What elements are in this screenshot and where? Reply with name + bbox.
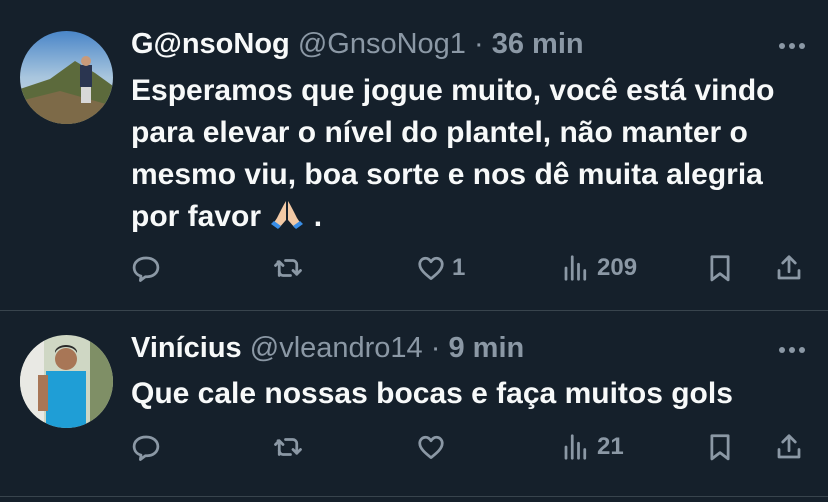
like-button[interactable] (416, 431, 452, 463)
retweet-button[interactable] (273, 431, 303, 463)
retweet-icon (274, 438, 302, 456)
bookmark-icon (710, 434, 730, 461)
like-button[interactable]: 1 (416, 252, 465, 284)
like-icon (418, 435, 444, 459)
views-button[interactable]: 21 (561, 431, 624, 463)
bookmark-icon (710, 255, 730, 282)
tweet-text-body: Esperamos que jogue muito, você está vin… (131, 74, 775, 233)
tweet-text: Que cale nossas bocas e faça muitos gols (131, 373, 801, 415)
share-button[interactable] (774, 431, 804, 463)
timestamp[interactable]: 36 min (492, 28, 584, 60)
tweet-actions: 21 (131, 431, 811, 463)
tweet-text: Esperamos que jogue muito, você está vin… (131, 70, 801, 242)
tweet-text-body: Que cale nossas bocas e faça muitos gols (131, 377, 733, 410)
tweet-header: G@nsoNog @GnsoNog1 · 36 min (131, 27, 584, 61)
views-icon (564, 255, 587, 281)
display-name[interactable]: Vinícius (131, 332, 242, 364)
tweet[interactable]: Vinícius @vleandro14 · 9 min Que cale no… (0, 311, 828, 497)
more-icon[interactable] (778, 42, 806, 50)
views-count: 21 (597, 433, 624, 460)
retweet-button[interactable] (273, 252, 303, 284)
display-name[interactable]: G@nsoNog (131, 28, 290, 60)
share-button[interactable] (774, 252, 804, 284)
more-icon[interactable] (778, 346, 806, 354)
bookmark-button[interactable] (705, 252, 735, 284)
folded-hands-emoji (269, 198, 305, 242)
avatar[interactable] (20, 335, 113, 428)
tweet[interactable]: G@nsoNog @GnsoNog1 · 36 min Esperamos qu… (0, 0, 828, 311)
tweet-header: Vinícius @vleandro14 · 9 min (131, 331, 524, 365)
reply-icon (132, 256, 160, 282)
reply-button[interactable] (131, 431, 161, 463)
user-handle[interactable]: @vleandro14 (250, 332, 423, 364)
views-count: 209 (597, 254, 638, 281)
avatar-photo (20, 31, 113, 124)
like-icon (418, 256, 444, 280)
avatar-photo (20, 335, 113, 428)
views-icon (564, 434, 587, 460)
timestamp[interactable]: 9 min (449, 332, 525, 364)
user-handle[interactable]: @GnsoNog1 (298, 28, 466, 60)
share-icon (777, 255, 801, 280)
share-icon (777, 434, 801, 459)
separator-dot: · (473, 28, 484, 60)
separator-dot: · (430, 332, 441, 364)
like-count: 1 (452, 254, 466, 281)
avatar[interactable] (20, 31, 113, 124)
reply-button[interactable] (131, 252, 161, 284)
reply-icon (132, 435, 160, 461)
bookmark-button[interactable] (705, 431, 735, 463)
tweet-text-suffix: . (305, 200, 323, 233)
views-button[interactable]: 209 (561, 252, 637, 284)
tweet-actions: 1 209 (131, 252, 811, 284)
retweet-icon (274, 259, 302, 277)
